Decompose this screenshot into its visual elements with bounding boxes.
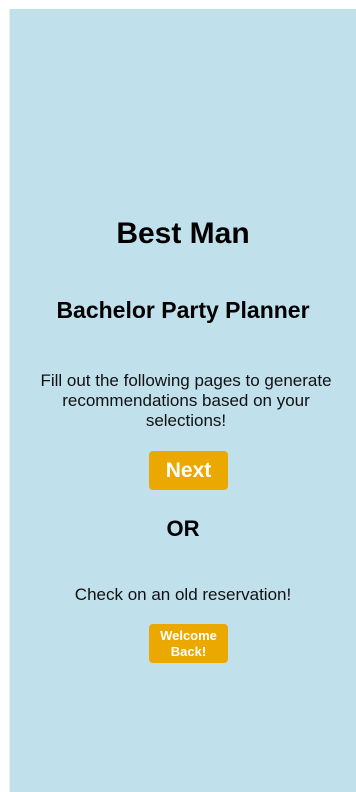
or-divider-text: OR: [166, 516, 200, 541]
old-reservation-text: Check on an old reservation!: [74, 585, 292, 604]
page-title: Best Man: [116, 217, 250, 250]
page-subtitle: Bachelor Party Planner: [56, 297, 310, 323]
app-screen: Best Man Bachelor Party Planner Fill out…: [9, 9, 356, 792]
instructions-text: Fill out the following pages to generate…: [40, 371, 332, 430]
next-button[interactable]: Next: [149, 451, 228, 490]
welcome-back-button[interactable]: Welcome Back!: [149, 624, 228, 663]
